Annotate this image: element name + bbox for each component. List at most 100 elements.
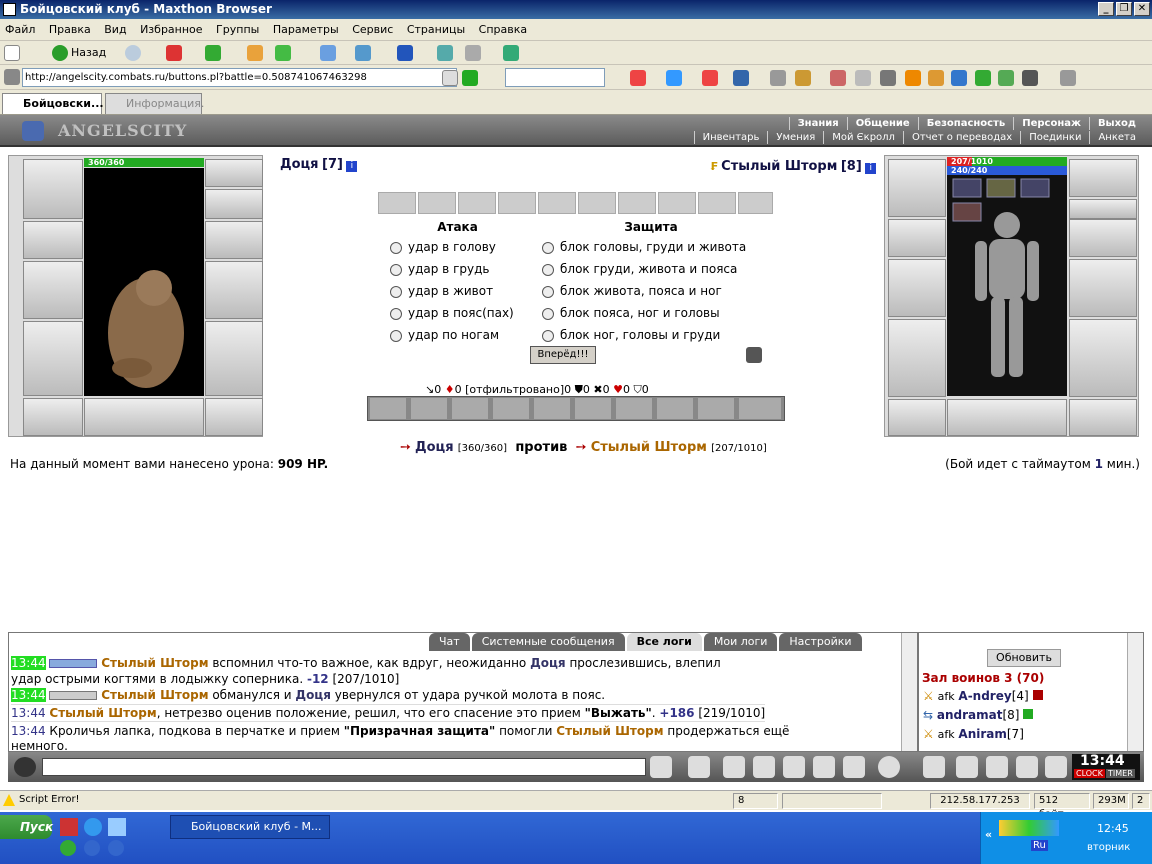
enemy-helmet-slot[interactable] bbox=[888, 159, 946, 217]
log-name[interactable]: Доця bbox=[295, 688, 331, 702]
menu-edit[interactable]: Правка bbox=[44, 19, 96, 41]
player-row[interactable]: ⚔ afk Aniram[7] bbox=[923, 727, 1024, 741]
menu-favorites[interactable]: Избранное bbox=[135, 19, 207, 41]
info-icon[interactable]: i bbox=[865, 163, 877, 174]
enemy-shield-slot[interactable] bbox=[1069, 259, 1137, 317]
offhand-slot[interactable] bbox=[205, 261, 263, 319]
grid-icon[interactable] bbox=[733, 70, 749, 86]
search-tool-icon[interactable] bbox=[830, 70, 846, 86]
sound-icon[interactable] bbox=[843, 756, 865, 778]
clear-icon[interactable] bbox=[688, 756, 710, 778]
nav-inventory[interactable]: Инвентарь bbox=[693, 131, 768, 144]
go-icon[interactable] bbox=[462, 70, 478, 86]
skill-slot[interactable] bbox=[452, 398, 488, 419]
block-option-2[interactable]: блок груди, живота и пояса bbox=[542, 259, 737, 279]
log-time[interactable]: 13:44 bbox=[11, 724, 46, 738]
enemy-potion-slots[interactable] bbox=[947, 399, 1067, 436]
skill-slot[interactable] bbox=[370, 398, 406, 419]
nav-scroll[interactable]: Мой Єкролл bbox=[823, 131, 903, 144]
save-log-icon[interactable] bbox=[753, 756, 775, 778]
filtered-count[interactable]: [отфильтровано]0 bbox=[465, 383, 571, 396]
filter-icon[interactable] bbox=[770, 70, 786, 86]
vs-enemy-name[interactable]: Стылый Шторм bbox=[591, 440, 707, 455]
gloves-slot[interactable] bbox=[205, 221, 263, 259]
player-list-name[interactable]: Aniram bbox=[958, 727, 1006, 741]
nav-character[interactable]: Персонаж bbox=[1013, 117, 1089, 130]
nav-security[interactable]: Безопасность bbox=[917, 117, 1014, 130]
tab-my-logs[interactable]: Мои логи bbox=[703, 633, 778, 651]
url-input[interactable]: http://angelscity.combats.ru/buttons.pl?… bbox=[22, 68, 457, 87]
player-row[interactable]: ⇆ andramat[8] bbox=[923, 708, 1034, 722]
quicklaunch-icon[interactable] bbox=[60, 818, 78, 836]
desktop-icon[interactable] bbox=[108, 818, 126, 836]
log-name[interactable]: Стылый Шторм bbox=[49, 706, 156, 720]
skill-slot[interactable] bbox=[411, 398, 447, 419]
enemy-legs-slot[interactable] bbox=[1069, 319, 1137, 397]
menu-tools[interactable]: Сервис bbox=[347, 19, 398, 41]
scroll-slot[interactable] bbox=[498, 192, 536, 214]
log-time[interactable]: 13:44 bbox=[11, 656, 46, 670]
tray-icons[interactable] bbox=[999, 820, 1059, 836]
player-list-name[interactable]: A-ndrey bbox=[958, 689, 1011, 703]
chat-input[interactable] bbox=[42, 758, 646, 776]
tab-chat[interactable]: Чат bbox=[429, 633, 470, 651]
radio-icon[interactable] bbox=[390, 307, 402, 320]
pen-icon[interactable] bbox=[956, 756, 978, 778]
enemy-gloves-slot[interactable] bbox=[1069, 219, 1137, 257]
tab-information[interactable]: Информация. bbox=[105, 93, 204, 114]
radio-icon[interactable] bbox=[390, 329, 402, 342]
media-icon[interactable] bbox=[108, 840, 124, 856]
speed-icon[interactable] bbox=[813, 756, 835, 778]
attack-option-stomach[interactable]: удар в живот bbox=[390, 281, 493, 301]
nav-exit[interactable]: Выход bbox=[1088, 117, 1144, 130]
tab-settings[interactable]: Настройки bbox=[779, 633, 862, 651]
menu-view[interactable]: Вид bbox=[99, 19, 131, 41]
enemy-boots-slot[interactable] bbox=[1069, 399, 1137, 436]
groups-icon[interactable] bbox=[320, 45, 336, 61]
globe-icon[interactable] bbox=[951, 70, 967, 86]
radio-icon[interactable] bbox=[390, 241, 402, 254]
attack-option-chest[interactable]: удар в грудь bbox=[390, 259, 489, 279]
friends-icon[interactable] bbox=[986, 756, 1008, 778]
taskbar-window-button[interactable]: Бойцовский клуб - М... bbox=[170, 815, 330, 839]
chat-scrollbar[interactable] bbox=[901, 633, 917, 751]
scroll-slot[interactable] bbox=[578, 192, 616, 214]
nav-profile[interactable]: Анкета bbox=[1089, 131, 1144, 144]
flash-block-icon[interactable] bbox=[666, 70, 682, 86]
forward-button[interactable]: Вперёд!!! bbox=[530, 346, 596, 364]
enemy-name[interactable]: Стылый Шторм bbox=[721, 159, 837, 174]
scroll-slot[interactable] bbox=[618, 192, 656, 214]
block-option-3[interactable]: блок живота, пояса и ног bbox=[542, 281, 722, 301]
tools-icon[interactable] bbox=[465, 45, 481, 61]
tray-expand-icon[interactable]: « bbox=[985, 828, 992, 841]
player-row[interactable]: ⚔ afk A-ndrey[4] bbox=[923, 689, 1043, 703]
refresh-button[interactable]: Обновить bbox=[987, 649, 1061, 667]
ie-icon[interactable] bbox=[84, 818, 102, 836]
log-name[interactable]: Стылый Шторм bbox=[101, 688, 208, 702]
split-icon[interactable] bbox=[437, 45, 453, 61]
menu-pages[interactable]: Страницы bbox=[402, 19, 470, 41]
nav-transfers[interactable]: Отчет о переводах bbox=[902, 131, 1020, 144]
scroll-slot[interactable] bbox=[418, 192, 456, 214]
scroll-slot[interactable] bbox=[538, 192, 576, 214]
skill-slot[interactable] bbox=[493, 398, 529, 419]
potion-slots[interactable] bbox=[84, 398, 204, 436]
edit-icon[interactable] bbox=[795, 70, 811, 86]
enemy-bracers-slot[interactable] bbox=[888, 219, 946, 257]
refresh-battle-icon[interactable] bbox=[746, 347, 762, 363]
nav-skills[interactable]: Умения bbox=[767, 131, 823, 144]
legs-slot[interactable] bbox=[205, 321, 263, 396]
disk-icon[interactable] bbox=[1060, 70, 1076, 86]
forward-icon[interactable] bbox=[125, 45, 141, 61]
radio-icon[interactable] bbox=[542, 329, 554, 342]
menu-options[interactable]: Параметры bbox=[268, 19, 344, 41]
nav-social[interactable]: Общение bbox=[846, 117, 918, 130]
language-indicator[interactable]: Ru bbox=[1031, 840, 1048, 851]
enemy-belt-slot[interactable] bbox=[888, 399, 946, 436]
back-icon[interactable] bbox=[52, 45, 68, 61]
belt-slot[interactable] bbox=[23, 398, 83, 436]
plugin-icon[interactable] bbox=[975, 70, 991, 86]
vs-player-name[interactable]: Доця bbox=[415, 440, 454, 455]
attack-option-head[interactable]: удар в голову bbox=[390, 237, 496, 257]
enemy-ring-slots[interactable] bbox=[1069, 199, 1137, 219]
